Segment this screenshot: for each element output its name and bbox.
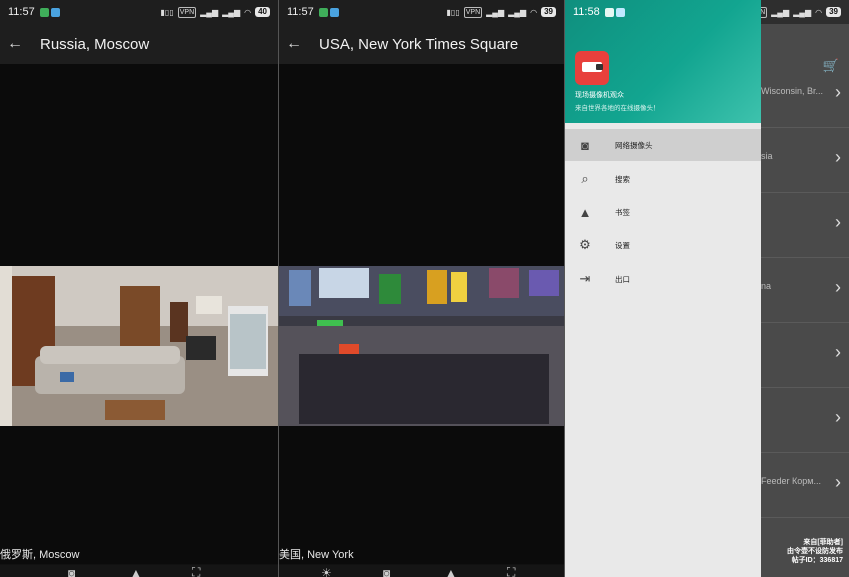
camera-icon[interactable]: ◙ [68, 566, 75, 577]
signal-icon: ▂▄▆ [222, 7, 241, 17]
status-time: 11:57 [8, 6, 35, 18]
wifi-icon: ◠ [815, 7, 823, 17]
app-title: 现场摄像机观众 [575, 92, 624, 99]
camera-icon: ◙ [581, 137, 589, 153]
wifi-icon: ◠ [530, 7, 538, 17]
chevron-right-icon: › [835, 212, 841, 232]
wifi-icon: ◠ [244, 7, 252, 17]
camera-view-moscow: 11:57 ▮▯▯ VPN ▂▄▆ ▂▄▆ ◠ 40 ← Russia, Mos… [0, 0, 278, 577]
thumbs-up-icon: ▲ [578, 204, 592, 220]
exit-icon: ⇥ [579, 271, 591, 286]
fullscreen-icon[interactable]: ⛶ [192, 565, 200, 577]
notification-icon [615, 7, 625, 17]
chevron-right-icon: › [835, 472, 841, 492]
video-controls: ◙ ▲ ⛶ [0, 565, 278, 577]
signal-icon: ▂▄▆ [793, 7, 812, 17]
chevron-right-icon: › [835, 407, 841, 427]
menu-item-bookmarks[interactable]: ▲ 书签 [565, 196, 761, 228]
top-app-bar: ← USA, New York Times Square [279, 24, 564, 64]
page-title: USA, New York Times Square [319, 35, 519, 53]
signal-icon: ▂▄▆ [771, 7, 790, 17]
status-bar: 11:57 ▮▯▯ VPN ▂▄▆ ▂▄▆ ◠ 40 [0, 0, 278, 24]
fullscreen-icon[interactable]: ⛶ [507, 565, 515, 577]
notification-icon [604, 7, 614, 17]
status-bar: 11:57 ▮▯▯ VPN ▂▄▆ ▂▄▆ ◠ 39 [279, 0, 564, 24]
notification-icon [329, 7, 339, 17]
thumbs-up-icon[interactable]: ▲ [130, 566, 142, 577]
vpn-badge: VPN [463, 6, 483, 18]
battery-indicator: 40 [255, 7, 270, 17]
page-title: Russia, Moscow [40, 35, 150, 53]
notification-icon [39, 7, 49, 17]
back-arrow-icon[interactable]: ← [0, 35, 30, 53]
top-app-bar: ← Russia, Moscow [0, 24, 278, 64]
vpn-badge: VPN [177, 6, 197, 18]
watermark: 来自[菲助者] 由令壶不设防发布 帖子ID：336817 [787, 539, 843, 564]
brightness-icon[interactable]: ☀ [321, 566, 332, 577]
menu-item-settings[interactable]: ⚙ 设置 [565, 229, 761, 261]
drawer-header: 11:58 现场摄像机观众 来自世界各地的在线摄像头！ [565, 0, 761, 123]
back-arrow-icon[interactable]: ← [279, 35, 309, 53]
camera-view-times-square: 11:57 ▮▯▯ VPN ▂▄▆ ▂▄▆ ◠ 39 ← USA, New Yo… [279, 0, 564, 577]
app-subtitle: 来自世界各地的在线摄像头！ [575, 105, 660, 112]
chevron-right-icon: › [835, 277, 841, 297]
chevron-right-icon: › [835, 342, 841, 362]
status-time: 11:57 [287, 6, 314, 18]
camera-video[interactable] [0, 64, 278, 564]
navigation-drawer: 11:58 现场摄像机观众 来自世界各地的在线摄像头！ ◙ 网络摄像头 ⌕ 搜索… [565, 0, 761, 577]
menu-item-search[interactable]: ⌕ 搜索 [565, 163, 761, 195]
chevron-right-icon: › [835, 147, 841, 167]
notification-icon [318, 7, 328, 17]
menu-item-webcams[interactable]: ◙ 网络摄像头 [565, 129, 761, 161]
chevron-right-icon: › [835, 82, 841, 102]
battery-indicator: 39 [541, 7, 556, 17]
signal-icon: ▮▯▯ [446, 7, 460, 17]
drawer-screen: ▮▯▯ VPN ▂▄▆ ▂▄▆ ◠ 39 🛒 Wisconsin, Br...›… [565, 0, 849, 577]
gear-icon: ⚙ [579, 237, 591, 252]
search-icon: ⌕ [581, 171, 589, 186]
video-controls: ☀ ◙ ▲ ⛶ [279, 565, 564, 577]
signal-icon: ▂▄▆ [508, 7, 527, 17]
camera-icon[interactable]: ◙ [383, 566, 390, 577]
menu-item-exit[interactable]: ⇥ 出口 [565, 263, 761, 295]
notification-icon [50, 7, 60, 17]
video-frame [279, 266, 564, 564]
camera-location-caption: 俄罗斯, Moscow [0, 549, 80, 561]
signal-icon: ▮▯▯ [160, 7, 174, 17]
status-time: 11:58 [573, 6, 600, 18]
app-logo [575, 51, 609, 85]
camera-location-caption: 美国, New York [279, 549, 354, 561]
video-frame [0, 266, 278, 564]
signal-icon: ▂▄▆ [200, 7, 219, 17]
status-bar: 11:58 [565, 0, 761, 24]
camera-video[interactable] [279, 64, 564, 564]
thumbs-up-icon[interactable]: ▲ [445, 566, 457, 577]
battery-indicator: 39 [826, 7, 841, 17]
signal-icon: ▂▄▆ [486, 7, 505, 17]
